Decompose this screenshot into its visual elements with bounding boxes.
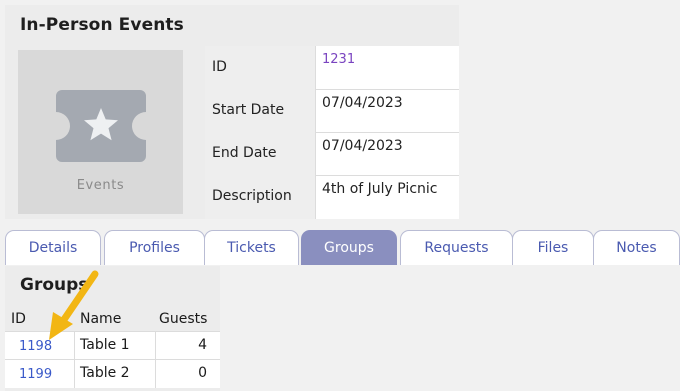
event-id-link[interactable]: 1231 bbox=[322, 52, 355, 67]
table-row: 1198 Table 1 4 bbox=[5, 331, 220, 360]
end-date-value: 07/04/2023 bbox=[322, 138, 403, 154]
detail-row-end-date: End Date 07/04/2023 bbox=[205, 132, 459, 176]
table-row: 1199 Table 2 0 bbox=[5, 359, 220, 388]
thumbnail-label: Events bbox=[76, 178, 125, 193]
group-id-link[interactable]: 1199 bbox=[19, 367, 52, 382]
detail-label: Start Date bbox=[205, 89, 316, 132]
tab-details[interactable]: Details bbox=[5, 230, 101, 265]
detail-label: Description bbox=[205, 175, 316, 219]
table-header: ID Name Guests bbox=[5, 305, 220, 331]
tab-requests[interactable]: Requests bbox=[400, 230, 513, 265]
detail-row-start-date: Start Date 07/04/2023 bbox=[205, 89, 459, 133]
tab-notes[interactable]: Notes bbox=[593, 230, 680, 265]
page-title: In-Person Events bbox=[20, 15, 184, 35]
event-details-table: ID 1231 Start Date 07/04/2023 End Date 0… bbox=[205, 46, 459, 219]
column-divider bbox=[155, 360, 156, 388]
column-header-guests: Guests bbox=[159, 311, 208, 327]
description-value: 4th of July Picnic bbox=[322, 181, 438, 197]
group-guests: 4 bbox=[198, 337, 207, 353]
annotation-arrow-icon bbox=[49, 270, 99, 340]
detail-row-id: ID 1231 bbox=[205, 46, 459, 90]
start-date-value: 07/04/2023 bbox=[322, 95, 403, 111]
tab-files[interactable]: Files bbox=[512, 230, 594, 265]
detail-label: End Date bbox=[205, 132, 316, 175]
tab-tickets[interactable]: Tickets bbox=[204, 230, 299, 265]
group-guests: 0 bbox=[198, 365, 207, 381]
column-divider bbox=[155, 332, 156, 360]
ticket-star-icon bbox=[56, 90, 146, 162]
detail-label: ID bbox=[205, 46, 316, 89]
event-thumbnail: Events bbox=[18, 50, 183, 214]
tab-profiles[interactable]: Profiles bbox=[104, 230, 205, 265]
column-header-id: ID bbox=[11, 311, 26, 327]
column-divider bbox=[74, 360, 75, 388]
tab-groups[interactable]: Groups bbox=[301, 230, 397, 265]
tab-bar: Details Profiles Tickets Groups Requests… bbox=[5, 230, 680, 266]
group-name: Table 2 bbox=[80, 365, 130, 381]
detail-row-description: Description 4th of July Picnic bbox=[205, 175, 459, 219]
